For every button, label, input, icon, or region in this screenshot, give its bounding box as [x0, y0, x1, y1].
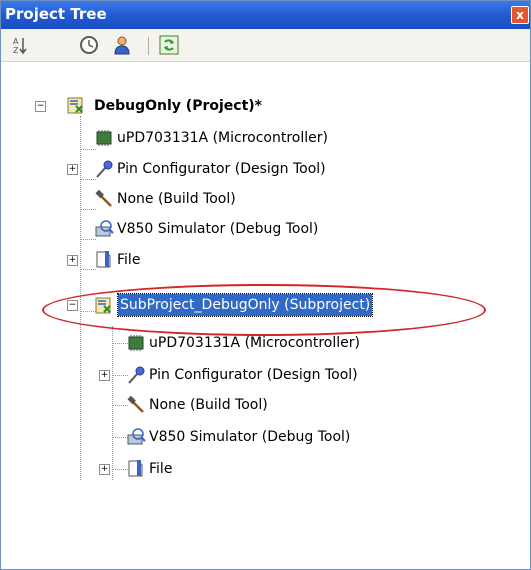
tree-connector: [80, 269, 96, 270]
pin-icon: [96, 160, 113, 178]
item-label: None (Build Tool): [117, 191, 236, 207]
svg-text:A: A: [13, 37, 19, 46]
expand-icon[interactable]: +: [99, 370, 110, 381]
tree-connector: [112, 326, 113, 480]
tree-connector: [80, 209, 96, 210]
tree-connector: [80, 149, 96, 150]
refresh-icon[interactable]: [159, 35, 179, 55]
pin-icon: [128, 366, 145, 384]
project-label: DebugOnly (Project)*: [94, 98, 262, 114]
clock-icon[interactable]: [79, 35, 99, 55]
toolbar: A Z: [1, 29, 530, 62]
expand-icon[interactable]: +: [99, 464, 110, 475]
item-label: V850 Simulator (Debug Tool): [117, 221, 319, 237]
file-icon: [128, 460, 143, 477]
collapse-icon[interactable]: −: [35, 101, 46, 112]
hammer-icon: [95, 189, 112, 207]
highlight-ellipse: [42, 284, 486, 336]
hammer-icon: [127, 395, 144, 413]
microcontroller-icon: [96, 130, 112, 146]
project-icon: [67, 97, 83, 114]
expand-icon[interactable]: +: [67, 255, 78, 266]
toolbar-separator: [148, 37, 149, 55]
tree-connector: [80, 239, 96, 240]
title-bar: Project Tree x: [1, 1, 530, 29]
item-label: Pin Configurator (Design Tool): [149, 367, 358, 383]
microcontroller-icon: [128, 335, 144, 351]
file-icon: [96, 251, 111, 268]
panel-title: Project Tree: [5, 5, 107, 23]
simulator-icon: [95, 220, 114, 237]
svg-text:Z: Z: [13, 46, 19, 55]
item-label: File: [149, 461, 173, 477]
person-icon[interactable]: [112, 35, 132, 55]
tree-connector: [80, 179, 96, 180]
item-label: V850 Simulator (Debug Tool): [149, 429, 351, 445]
item-label: None (Build Tool): [149, 397, 268, 413]
sort-alpha-icon[interactable]: A Z: [9, 35, 29, 55]
item-label: uPD703131A (Microcontroller): [117, 130, 328, 146]
item-label: Pin Configurator (Design Tool): [117, 161, 326, 177]
close-button[interactable]: x: [511, 6, 529, 24]
expand-icon[interactable]: +: [67, 164, 78, 175]
item-label: File: [117, 252, 141, 268]
simulator-icon: [127, 428, 146, 445]
